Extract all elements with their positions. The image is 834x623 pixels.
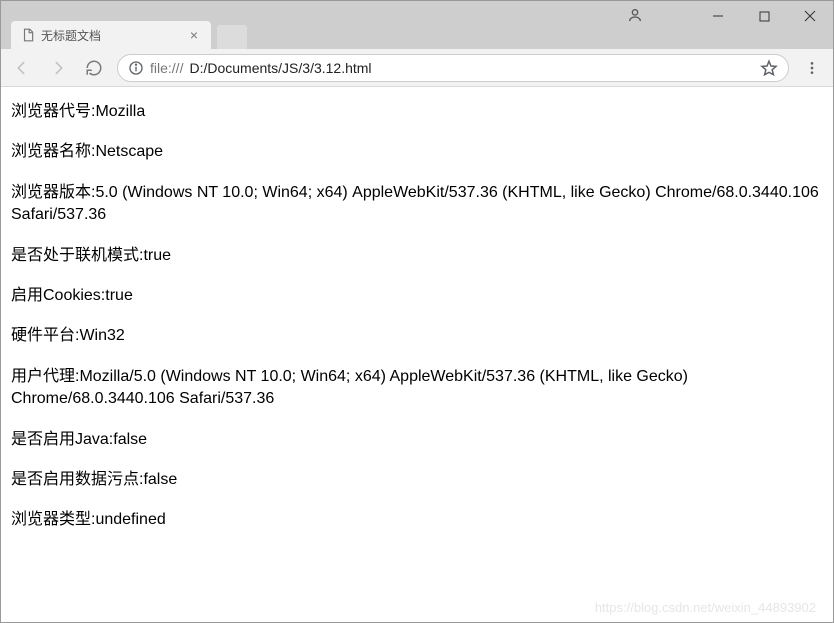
- info-line: 用户代理:Mozilla/5.0 (Windows NT 10.0; Win64…: [11, 366, 823, 411]
- site-info-icon[interactable]: [128, 60, 144, 76]
- forward-button[interactable]: [45, 55, 71, 81]
- bookmark-icon[interactable]: [760, 59, 778, 77]
- browser-tab[interactable]: 无标题文档 ×: [11, 21, 211, 49]
- label: 是否启用Java:: [11, 431, 113, 448]
- close-window-button[interactable]: [787, 1, 833, 31]
- value: Win32: [79, 327, 124, 344]
- label: 浏览器类型:: [11, 511, 95, 528]
- info-line: 硬件平台:Win32: [11, 325, 823, 347]
- window-controls: [695, 1, 833, 31]
- label: 是否处于联机模式:: [11, 247, 143, 264]
- value: 5.0 (Windows NT 10.0; Win64; x64) AppleW…: [11, 184, 819, 223]
- info-line: 是否启用数据污点:false: [11, 469, 823, 491]
- label: 浏览器名称:: [11, 143, 95, 160]
- browser-toolbar: file:/// D:/Documents/JS/3/3.12.html: [1, 49, 833, 87]
- label: 用户代理:: [11, 368, 79, 385]
- value: true: [105, 287, 133, 304]
- url-scheme: file:///: [150, 60, 183, 76]
- info-line: 浏览器名称:Netscape: [11, 141, 823, 163]
- menu-button[interactable]: [799, 60, 825, 76]
- value: false: [113, 431, 147, 448]
- value: true: [143, 247, 171, 264]
- label: 硬件平台:: [11, 327, 79, 344]
- info-line: 启用Cookies:true: [11, 285, 823, 307]
- file-icon: [21, 28, 35, 42]
- value: Mozilla: [95, 103, 145, 120]
- info-line: 是否启用Java:false: [11, 429, 823, 451]
- back-button[interactable]: [9, 55, 35, 81]
- close-tab-icon[interactable]: ×: [187, 27, 201, 43]
- value: undefined: [95, 511, 165, 528]
- value: false: [143, 471, 177, 488]
- info-line: 浏览器版本:5.0 (Windows NT 10.0; Win64; x64) …: [11, 182, 823, 227]
- label: 浏览器代号:: [11, 103, 95, 120]
- new-tab-button[interactable]: [217, 25, 247, 49]
- url-path: D:/Documents/JS/3/3.12.html: [189, 60, 371, 76]
- profile-icon[interactable]: [627, 7, 643, 23]
- maximize-button[interactable]: [741, 1, 787, 31]
- label: 浏览器版本:: [11, 184, 95, 201]
- minimize-button[interactable]: [695, 1, 741, 31]
- reload-button[interactable]: [81, 55, 107, 81]
- address-bar[interactable]: file:/// D:/Documents/JS/3/3.12.html: [117, 54, 789, 82]
- window-titlebar: 无标题文档 ×: [1, 1, 833, 49]
- value: Netscape: [95, 143, 163, 160]
- info-line: 浏览器类型:undefined: [11, 509, 823, 531]
- page-content: 浏览器代号:Mozilla 浏览器名称:Netscape 浏览器版本:5.0 (…: [1, 87, 833, 564]
- watermark: https://blog.csdn.net/weixin_44893902: [595, 600, 816, 615]
- tab-strip: 无标题文档 ×: [1, 1, 247, 49]
- info-line: 是否处于联机模式:true: [11, 245, 823, 267]
- tab-title: 无标题文档: [41, 27, 101, 44]
- label: 启用Cookies:: [11, 287, 105, 304]
- label: 是否启用数据污点:: [11, 471, 143, 488]
- info-line: 浏览器代号:Mozilla: [11, 101, 823, 123]
- value: Mozilla/5.0 (Windows NT 10.0; Win64; x64…: [11, 368, 688, 407]
